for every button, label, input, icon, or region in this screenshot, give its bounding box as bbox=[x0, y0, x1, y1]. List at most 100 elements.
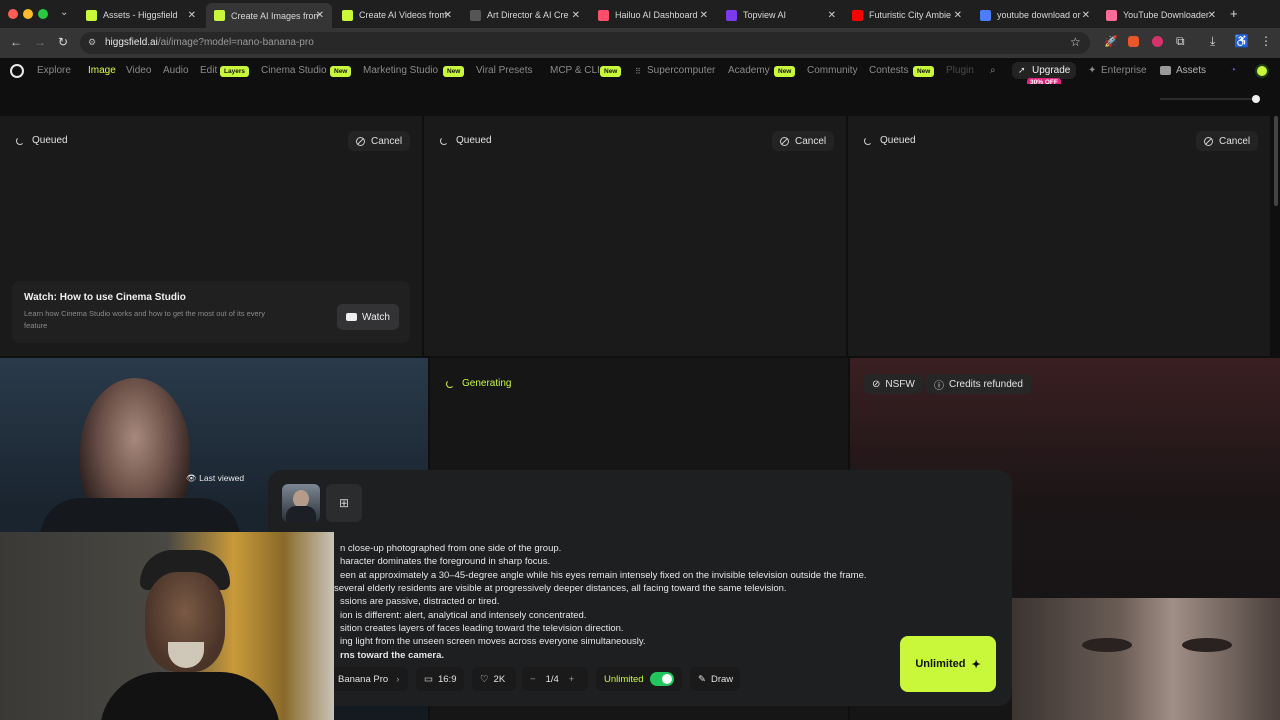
add-image-icon[interactable]: ⊞ bbox=[326, 484, 362, 522]
prompt-line[interactable]: een at approximately a 30–45-degree angl… bbox=[340, 570, 867, 581]
forward-icon[interactable]: → bbox=[34, 35, 46, 49]
count-stepper[interactable]: −1/4 + bbox=[522, 667, 588, 691]
nav-enterprise[interactable]: Enterprise bbox=[1101, 65, 1147, 76]
nav-community[interactable]: Community bbox=[807, 65, 858, 76]
upgrade-button[interactable]: ➚ Upgrade bbox=[1012, 62, 1076, 79]
quality-label: 2K bbox=[493, 673, 506, 685]
tab-list-chevron-icon[interactable]: ⌄ bbox=[60, 7, 68, 18]
draw-button[interactable]: ✎ Draw bbox=[690, 667, 740, 691]
nav-explore[interactable]: Explore bbox=[37, 65, 71, 76]
tab-close-icon[interactable]: ✕ bbox=[954, 10, 962, 21]
higgsfield-logo-icon[interactable] bbox=[10, 64, 24, 78]
prompt-line[interactable]: ion is different: alert, analytical and … bbox=[340, 610, 586, 621]
browser-tab[interactable]: youtube download or ✕ bbox=[972, 4, 1098, 26]
quality-selector[interactable]: ♡ 2K bbox=[472, 667, 516, 691]
nav-edit[interactable]: Edit bbox=[200, 65, 217, 76]
notification-icon[interactable]: ◔ bbox=[1230, 65, 1236, 76]
chevron-right-icon: › bbox=[396, 673, 400, 685]
extension-icon[interactable] bbox=[1128, 36, 1139, 47]
reload-icon[interactable]: ↻ bbox=[58, 35, 68, 49]
tab-close-icon[interactable]: ✕ bbox=[1082, 10, 1090, 21]
nav-audio[interactable]: Audio bbox=[163, 65, 189, 76]
browser-tab-active[interactable]: Create AI Images from ✕ bbox=[206, 3, 332, 28]
nav-assets[interactable]: Assets bbox=[1176, 65, 1206, 76]
browser-tab[interactable]: Hailuo AI Dashboard ✕ bbox=[590, 4, 716, 26]
tab-title: Assets - Higgsfield bbox=[103, 10, 178, 20]
watch-button[interactable]: Watch bbox=[337, 304, 399, 330]
model-selector[interactable]: Banana Pro › bbox=[330, 667, 408, 691]
tab-close-icon[interactable]: ✕ bbox=[828, 10, 836, 21]
browser-tab[interactable]: Topview AI ✕ bbox=[718, 4, 844, 26]
cancel-button[interactable]: Cancel bbox=[1196, 131, 1259, 151]
browser-toolbar: ← → ↻ ⚙ higgsfield.ai/ai/image?model=nan… bbox=[0, 28, 1280, 58]
aspect-ratio-selector[interactable]: ▭ 16:9 bbox=[416, 667, 464, 691]
prompt-line[interactable]: ssions are passive, distracted or tired. bbox=[340, 596, 499, 607]
youtube-icon bbox=[346, 313, 358, 321]
avatar[interactable] bbox=[1255, 64, 1269, 78]
queued-label: Queued bbox=[880, 135, 916, 146]
prompt-line[interactable]: sition creates layers of faces leading t… bbox=[340, 623, 624, 634]
nav-plugins[interactable]: Plugin bbox=[946, 65, 974, 76]
zoom-slider-handle[interactable] bbox=[1252, 95, 1260, 103]
nav-image[interactable]: Image bbox=[88, 65, 116, 76]
tab-title: Topview AI bbox=[743, 10, 787, 20]
cancel-button[interactable]: Cancel bbox=[772, 131, 835, 151]
extension-rocket-icon[interactable]: 🚀 bbox=[1104, 35, 1118, 48]
extensions-puzzle-icon[interactable]: ⧉ bbox=[1176, 34, 1185, 49]
scrollbar-thumb[interactable] bbox=[1274, 116, 1278, 206]
unlimited-toggle-row[interactable]: Unlimited bbox=[596, 667, 682, 691]
nav-viral-presets[interactable]: Viral Presets bbox=[476, 65, 533, 76]
prompt-line[interactable]: n close-up photographed from one side of… bbox=[340, 543, 561, 554]
draw-label: Draw bbox=[710, 673, 734, 685]
prompt-line[interactable]: rns toward the camera. bbox=[340, 650, 444, 661]
generate-button[interactable]: Unlimited ✦ bbox=[900, 636, 996, 692]
nav-supercomputer[interactable]: Supercomputer bbox=[647, 65, 715, 76]
close-window-icon[interactable] bbox=[8, 9, 18, 19]
zoom-slider-track[interactable] bbox=[1160, 98, 1256, 100]
nav-cinema-studio[interactable]: Cinema Studio bbox=[261, 65, 327, 76]
tab-close-icon[interactable]: ✕ bbox=[1208, 10, 1216, 21]
tab-close-icon[interactable]: ✕ bbox=[316, 10, 324, 21]
browser-tab[interactable]: YouTube Downloader ✕ bbox=[1098, 4, 1224, 26]
bookmark-star-icon[interactable]: ☆ bbox=[1070, 35, 1081, 49]
nav-video[interactable]: Video bbox=[126, 65, 151, 76]
download-icon[interactable]: ⤓ bbox=[1210, 34, 1215, 49]
extension-icon[interactable] bbox=[1152, 36, 1163, 47]
tab-close-icon[interactable]: ✕ bbox=[700, 10, 708, 21]
decrement-icon[interactable]: − bbox=[530, 674, 536, 685]
browser-tab[interactable]: Assets - Higgsfield ✕ bbox=[78, 4, 204, 26]
menu-kebab-icon[interactable]: ⋮ bbox=[1260, 34, 1272, 48]
new-badge: New bbox=[913, 66, 935, 77]
cancel-label: Cancel bbox=[371, 135, 403, 147]
count-label: 1/4 bbox=[545, 673, 559, 685]
maximize-window-icon[interactable] bbox=[38, 9, 48, 19]
reference-image-thumbnail[interactable] bbox=[282, 484, 320, 522]
queued-panel bbox=[424, 116, 846, 356]
cancel-button[interactable]: Cancel bbox=[348, 131, 411, 151]
nav-marketing-studio[interactable]: Marketing Studio bbox=[363, 65, 438, 76]
rocket-icon: ➚ bbox=[1018, 65, 1026, 75]
search-icon[interactable]: ⌕ bbox=[990, 65, 996, 76]
nav-mcp-cli[interactable]: MCP & CLI bbox=[550, 65, 600, 76]
tab-close-icon[interactable]: ✕ bbox=[444, 10, 452, 21]
site-info-icon[interactable]: ⚙ bbox=[88, 37, 96, 48]
address-bar[interactable]: ⚙ higgsfield.ai/ai/image?model=nano-bana… bbox=[80, 32, 1090, 54]
prompt-line[interactable]: ing light from the unseen screen moves a… bbox=[340, 636, 646, 647]
prompt-line[interactable]: several elderly residents are visible at… bbox=[334, 583, 787, 594]
browser-tab[interactable]: Futuristic City Ambie ✕ bbox=[844, 4, 970, 26]
nav-academy[interactable]: Academy bbox=[728, 65, 770, 76]
nav-contests[interactable]: Contests bbox=[869, 65, 908, 76]
new-tab-icon[interactable]: + bbox=[1230, 6, 1238, 21]
prompt-line[interactable]: haracter dominates the foreground in sha… bbox=[340, 556, 550, 567]
tab-close-icon[interactable]: ✕ bbox=[572, 10, 580, 21]
cancel-label: Cancel bbox=[795, 135, 827, 147]
tab-close-icon[interactable]: ✕ bbox=[188, 10, 196, 21]
generated-image-thumbnail[interactable] bbox=[1012, 598, 1280, 720]
browser-tab[interactable]: Create AI Videos from ✕ bbox=[334, 4, 460, 26]
unlimited-toggle[interactable] bbox=[649, 672, 674, 686]
back-icon[interactable]: ← bbox=[10, 35, 22, 49]
increment-icon[interactable]: + bbox=[569, 674, 575, 685]
minimize-window-icon[interactable] bbox=[23, 9, 33, 19]
browser-tab[interactable]: Art Director & AI Cre ✕ bbox=[462, 4, 588, 26]
accessibility-icon[interactable]: ♿ bbox=[1234, 34, 1249, 48]
